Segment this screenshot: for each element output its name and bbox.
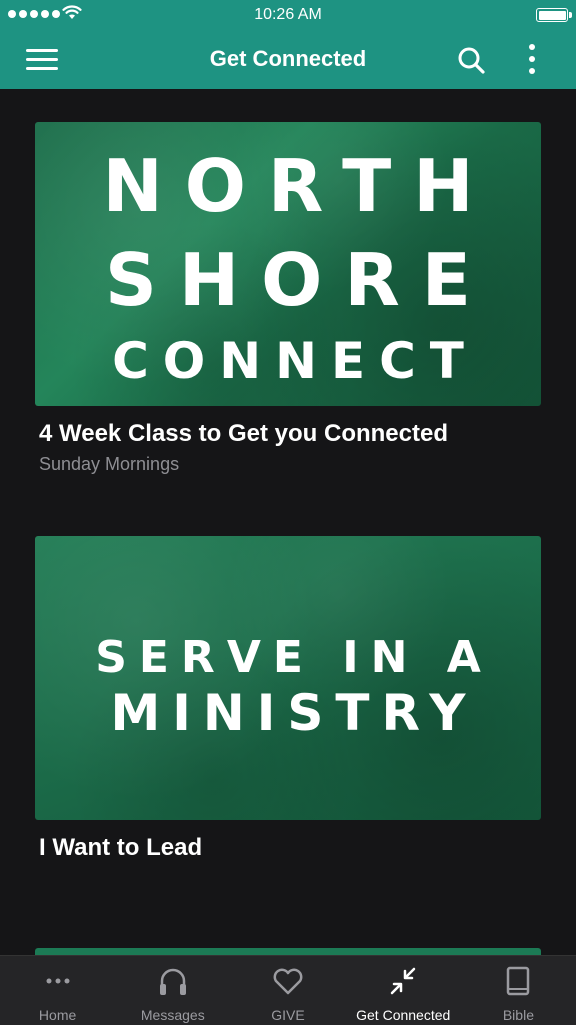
card-image-line-1: SERVE IN A (95, 632, 493, 683)
tab-bar: Home Messages GIVE Get Connected Bible (0, 955, 576, 1025)
tab-label: Bible (502, 1007, 534, 1023)
tab-label: Get Connected (356, 1007, 451, 1023)
tab-label: GIVE (271, 1007, 305, 1023)
more-options-button[interactable] (522, 42, 542, 76)
heart-icon (273, 968, 303, 995)
status-bar: 10:26 AM (0, 0, 576, 30)
dots-icon (46, 978, 70, 984)
card-image-line-3: CONNECT (112, 332, 478, 390)
card-serve-in-a-ministry[interactable]: SERVE IN A MINISTRY I Want to Lead (35, 536, 541, 862)
tab-give[interactable]: GIVE (230, 956, 345, 1025)
card-image: SERVE IN A MINISTRY (35, 536, 541, 820)
tab-get-connected[interactable]: Get Connected (346, 956, 461, 1025)
tab-label: Messages (140, 1007, 205, 1023)
card-image-line-1: NORTH (102, 144, 496, 228)
card-image-line-2: MINISTRY (110, 684, 478, 742)
status-time: 10:26 AM (254, 6, 322, 23)
card-north-shore-connect[interactable]: NORTH SHORE CONNECT 4 Week Class to Get … (35, 122, 541, 475)
search-icon[interactable] (455, 44, 487, 76)
headphones-icon (159, 968, 186, 995)
card-subtitle: Sunday Mornings (39, 454, 180, 474)
book-icon (507, 966, 530, 996)
card-title: I Want to Lead (39, 834, 203, 861)
tab-messages[interactable]: Messages (115, 956, 230, 1025)
tab-bible[interactable]: Bible (461, 956, 576, 1025)
nav-bar: Get Connected (0, 30, 576, 89)
page-title: Get Connected (209, 46, 367, 71)
card-image-line-2: SHORE (105, 238, 493, 322)
arrows-in-icon (390, 967, 416, 995)
tab-label: Home (38, 1007, 77, 1023)
card-title: 4 Week Class to Get you Connected (39, 420, 448, 447)
card-image: NORTH SHORE CONNECT (35, 122, 541, 406)
tab-home[interactable]: Home (0, 956, 115, 1025)
battery-icon (536, 8, 572, 22)
